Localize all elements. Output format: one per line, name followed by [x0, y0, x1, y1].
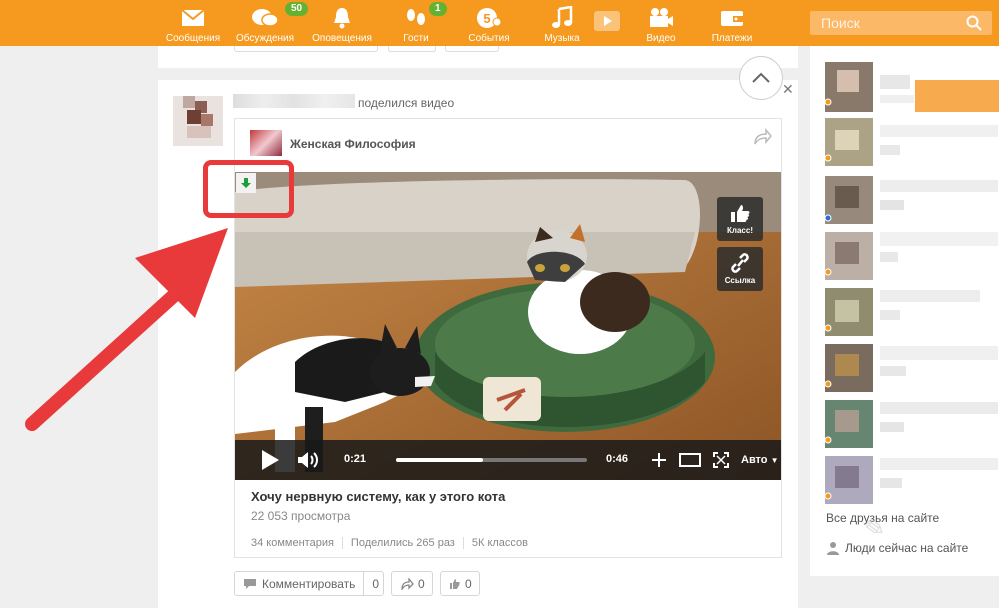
- discussions-count-badge: 50: [285, 2, 309, 16]
- friends-online-list: [824, 62, 999, 504]
- play-icon[interactable]: [259, 449, 281, 471]
- close-post-icon[interactable]: ✕: [782, 81, 794, 98]
- likes-count-link[interactable]: 5К классов: [462, 537, 536, 549]
- comment-button[interactable]: Комментировать 0: [234, 571, 384, 596]
- video-player[interactable]: [235, 172, 781, 480]
- reshare-icon[interactable]: [752, 127, 772, 151]
- video-camera-icon: [646, 5, 676, 31]
- post-action-text: поделился видео: [358, 96, 455, 110]
- comment-bubble-icon: [244, 578, 256, 589]
- nav-notifications[interactable]: Оповещения: [309, 0, 375, 46]
- like-count: 0: [465, 576, 472, 591]
- nav-label: События: [468, 33, 510, 44]
- video-class-button[interactable]: Класс!: [717, 197, 763, 241]
- volume-icon[interactable]: [297, 451, 319, 469]
- video-progress-bar[interactable]: [396, 458, 587, 462]
- share-action[interactable]: 0: [392, 572, 433, 595]
- previous-like-button[interactable]: [445, 46, 499, 52]
- chat-bubbles-icon: [250, 5, 280, 31]
- previous-share-button[interactable]: [388, 46, 436, 52]
- nav-label: Платежи: [711, 33, 753, 44]
- events-icon: 5: [474, 5, 504, 31]
- view-count: 22 053 просмотра: [251, 509, 351, 523]
- comment-count: 0: [363, 572, 387, 595]
- comments-count-link[interactable]: 34 комментария: [251, 537, 342, 549]
- like-action[interactable]: 0: [441, 572, 480, 595]
- top-navigation-bar: Сообщения Обсуждения 50 Оповещения Гости…: [0, 0, 999, 46]
- nav-label: Видео: [646, 33, 676, 44]
- envelope-icon: [178, 5, 208, 31]
- previous-comment-button[interactable]: [234, 46, 378, 52]
- nav-label: Музыка: [544, 33, 580, 44]
- nav-events[interactable]: 5 События: [465, 0, 513, 46]
- video-play-icon[interactable]: [594, 11, 620, 31]
- thumbs-up-icon: [731, 205, 750, 222]
- nav-guests[interactable]: Гости 1: [396, 0, 447, 46]
- chevron-up-icon: [752, 72, 770, 83]
- group-avatar[interactable]: [250, 130, 282, 156]
- like-button[interactable]: 0: [440, 571, 480, 596]
- search-box: [810, 11, 992, 35]
- current-time: 0:21: [344, 453, 367, 465]
- video-title-link[interactable]: Хочу нервную систему, как у этого кота: [251, 489, 505, 504]
- nav-label: Обсуждения: [235, 33, 295, 44]
- nav-label: Сообщения: [165, 33, 221, 44]
- duration: 0:46: [606, 453, 629, 465]
- nav-video[interactable]: Видео: [641, 0, 681, 46]
- share-arrow-icon: [401, 577, 414, 590]
- nav-messages[interactable]: Сообщения: [163, 0, 223, 46]
- nav-label: Оповещения: [312, 33, 372, 44]
- search-input[interactable]: [810, 11, 960, 35]
- person-icon: [827, 542, 839, 555]
- fullscreen-icon[interactable]: [713, 452, 729, 468]
- guests-count-badge: 1: [429, 2, 447, 16]
- group-name-link[interactable]: Женская Философия: [290, 137, 416, 151]
- author-name-blurred[interactable]: [233, 94, 355, 108]
- author-avatar[interactable]: [173, 96, 223, 146]
- previous-post-remnant: [158, 46, 798, 68]
- class-label: Класс!: [727, 226, 753, 235]
- link-label: Ссылка: [724, 276, 756, 285]
- link-chain-icon: [731, 253, 749, 273]
- nav-discussions[interactable]: Обсуждения 50: [230, 0, 309, 46]
- nav-music[interactable]: Музыка: [540, 0, 584, 46]
- video-link-button[interactable]: Ссылка: [717, 247, 763, 291]
- wallet-icon: [717, 5, 747, 31]
- thumbs-up-icon: [450, 578, 460, 589]
- video-frame: [235, 172, 781, 480]
- scroll-to-top-button[interactable]: [739, 56, 783, 100]
- music-note-icon: [547, 5, 577, 31]
- add-to-playlist-icon[interactable]: [651, 452, 667, 468]
- widescreen-icon[interactable]: [679, 453, 701, 467]
- comment-action[interactable]: Комментировать: [235, 572, 363, 595]
- nav-label: Гости: [403, 33, 429, 44]
- post-stats: 34 комментария Поделились 265 раз 5К кла…: [251, 537, 536, 549]
- share-count: 0: [418, 576, 425, 591]
- quality-label: Авто: [741, 454, 768, 466]
- footprints-icon: [401, 5, 431, 31]
- svg-text:5: 5: [483, 11, 490, 26]
- share-button[interactable]: 0: [391, 571, 433, 596]
- progress-fill: [396, 458, 484, 462]
- comment-label: Комментировать: [262, 576, 356, 591]
- annotation-highlight-box: [203, 160, 294, 218]
- search-icon[interactable]: [966, 15, 982, 36]
- bell-icon: [327, 5, 357, 31]
- caret-down-icon: ▼: [770, 456, 779, 465]
- quality-selector[interactable]: Авто ▼: [741, 454, 779, 466]
- nav-payments[interactable]: Платежи: [708, 0, 756, 46]
- video-controls: 0:21 0:46 Авто ▼: [235, 440, 781, 480]
- shares-count-link[interactable]: Поделились 265 раз: [341, 537, 463, 549]
